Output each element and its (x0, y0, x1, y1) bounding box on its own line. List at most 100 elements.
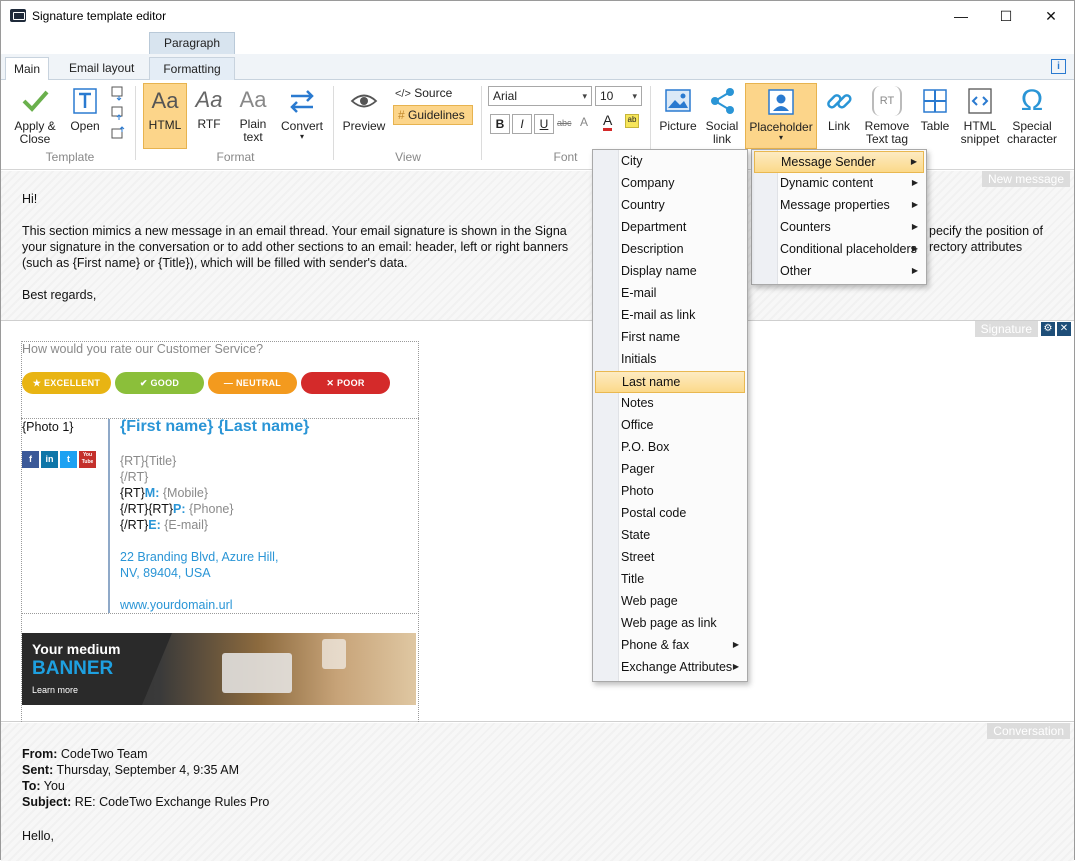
link-button[interactable]: Link (819, 86, 859, 133)
info-icon[interactable]: i (1051, 59, 1066, 74)
sender-item-email-as-link[interactable]: E-mail as link (595, 305, 745, 327)
sender-item-state[interactable]: State (595, 525, 745, 547)
rating-neutral-button[interactable]: — NEUTRAL (208, 372, 297, 394)
signature-section[interactable]: Signature ⚙ ✕ How would you rate our Cus… (1, 321, 1074, 726)
youtube-icon[interactable]: You Tube (79, 451, 96, 468)
source-button[interactable]: </> Source (395, 86, 452, 100)
menu-item-counters[interactable]: Counters ▶ (754, 217, 924, 239)
guidelines-button[interactable]: # Guidelines (393, 105, 473, 125)
signature-banner[interactable]: Your medium BANNER Learn more (22, 633, 416, 705)
font-size-select[interactable]: 10 ▾ (595, 86, 642, 106)
menu-item-message-sender[interactable]: Message Sender ▶ (754, 151, 924, 173)
clear-format-icon[interactable]: A (580, 115, 588, 129)
conversation-section[interactable]: Conversation From: CodeTwo Team Sent: Th… (1, 723, 1074, 861)
font-family-select[interactable]: Arial ▾ (488, 86, 592, 106)
convert-arrows-icon (290, 90, 314, 113)
sender-item-phone-fax[interactable]: Phone & fax ▶ (595, 635, 745, 657)
picture-icon (665, 89, 691, 112)
tab-email-layout[interactable]: Email layout (61, 57, 142, 81)
signature-settings-icon[interactable]: ⚙ (1041, 322, 1055, 336)
sender-item-postal-code[interactable]: Postal code (595, 503, 745, 525)
picture-button[interactable]: Picture (656, 86, 700, 133)
phone-label: P: (173, 502, 186, 516)
signature-phone: {/RT}{RT}P: {Phone} (120, 502, 234, 516)
placeholder-button[interactable]: Placeholder ▾ (745, 83, 817, 149)
menu-item-other[interactable]: Other ▶ (754, 261, 924, 283)
strikethrough-button[interactable]: abc (557, 118, 572, 128)
rtf-format-button[interactable]: Aa RTF (190, 86, 228, 131)
sender-item-first-name[interactable]: First name (595, 327, 745, 349)
convert-button[interactable]: Convert ▾ (277, 86, 327, 141)
save-template-icon[interactable] (110, 85, 126, 101)
export-template-icon[interactable] (110, 125, 126, 141)
sent-label: Sent: (22, 763, 54, 777)
sender-item-pager[interactable]: Pager (595, 459, 745, 481)
plain-aa-icon: Aa (239, 87, 267, 112)
linkedin-icon[interactable]: in (41, 451, 58, 468)
sender-item-company[interactable]: Company (595, 173, 745, 195)
rating-good-button[interactable]: ✔ GOOD (115, 372, 204, 394)
signature-name: {First name} {Last name} (120, 418, 310, 435)
rating-excellent-button[interactable]: ★ EXCELLENT (22, 372, 111, 394)
format-group-label: Format (216, 150, 255, 164)
sender-item-initials[interactable]: Initials (595, 349, 745, 371)
sender-item-email[interactable]: E-mail (595, 283, 745, 305)
menu-item-dynamic-content[interactable]: Dynamic content ▶ (754, 173, 924, 195)
sender-item-photo[interactable]: Photo (595, 481, 745, 503)
menu-item-message-properties[interactable]: Message properties ▶ (754, 195, 924, 217)
import-template-icon[interactable] (110, 105, 126, 121)
bold-button[interactable]: B (490, 114, 510, 134)
sender-item-web-page-as-link[interactable]: Web page as link (595, 613, 745, 635)
sender-item-exchange-attributes[interactable]: Exchange Attributes ▶ (595, 657, 745, 679)
signature-website-link[interactable]: www.yourdomain.url (120, 598, 233, 612)
close-button[interactable]: ✕ (1028, 1, 1074, 31)
sender-item-department[interactable]: Department (595, 217, 745, 239)
sender-item-last-name[interactable]: Last name (595, 371, 745, 393)
rating-label: NEUTRAL (236, 378, 282, 388)
placeholder-menu: Message Sender ▶ Dynamic content ▶ Message… (751, 149, 927, 285)
rt-tag-icon: RT (872, 86, 902, 116)
sender-item-notes[interactable]: Notes (595, 393, 745, 415)
html-format-button[interactable]: Aa HTML (143, 83, 187, 149)
ribbon-separator (135, 86, 136, 160)
rating-poor-button[interactable]: ✕ POOR (301, 372, 390, 394)
font-color-button[interactable]: A (603, 113, 613, 131)
sender-item-web-page[interactable]: Web page (595, 591, 745, 613)
highlight-icon[interactable]: ab (625, 114, 639, 128)
sender-item-display-name[interactable]: Display name (595, 261, 745, 283)
facebook-icon[interactable]: f (22, 451, 39, 468)
menu-item-conditional-placeholders[interactable]: Conditional placeholders ▶ (754, 239, 924, 261)
html-snippet-button[interactable]: HTML snippet (957, 86, 1003, 146)
submenu-arrow-icon: ▶ (911, 266, 918, 275)
signature-close-icon[interactable]: ✕ (1057, 322, 1071, 336)
preview-button[interactable]: Preview (341, 86, 387, 133)
tab-formatting[interactable]: Formatting (149, 57, 235, 81)
plain-text-format-button[interactable]: Aa Plain text (232, 86, 274, 144)
twitter-icon[interactable]: t (60, 451, 77, 468)
sender-item-description[interactable]: Description (595, 239, 745, 261)
tab-main[interactable]: Main (5, 57, 50, 81)
convert-label: Convert (280, 119, 324, 133)
sender-item-po-box[interactable]: P.O. Box (595, 437, 745, 459)
picture-label: Picture (659, 119, 697, 133)
open-button[interactable]: Open (65, 86, 105, 133)
menu-item-label: Dynamic content (780, 176, 874, 190)
sender-item-office[interactable]: Office (595, 415, 745, 437)
to-value: You (43, 779, 65, 793)
social-link-button[interactable]: Social link (701, 86, 743, 146)
sender-item-country[interactable]: Country (595, 195, 745, 217)
table-button[interactable]: Table (915, 86, 955, 133)
banner-title: Your medium (32, 641, 121, 657)
maximize-button[interactable]: ☐ (983, 1, 1029, 31)
special-character-button[interactable]: Ω Special character (1005, 86, 1059, 146)
minimize-button[interactable]: — (938, 1, 984, 31)
remove-text-tag-button[interactable]: RT Remove Text tag (862, 86, 912, 146)
sender-item-title[interactable]: Title (595, 569, 745, 591)
sender-item-city[interactable]: City (595, 151, 745, 173)
underline-button[interactable]: U (534, 114, 554, 134)
sender-item-street[interactable]: Street (595, 547, 745, 569)
apply-close-button[interactable]: Apply & Close (9, 86, 61, 146)
banner-learn-more[interactable]: Learn more (32, 685, 78, 695)
menu-item-label: Other (780, 264, 812, 278)
italic-button[interactable]: I (512, 114, 532, 134)
